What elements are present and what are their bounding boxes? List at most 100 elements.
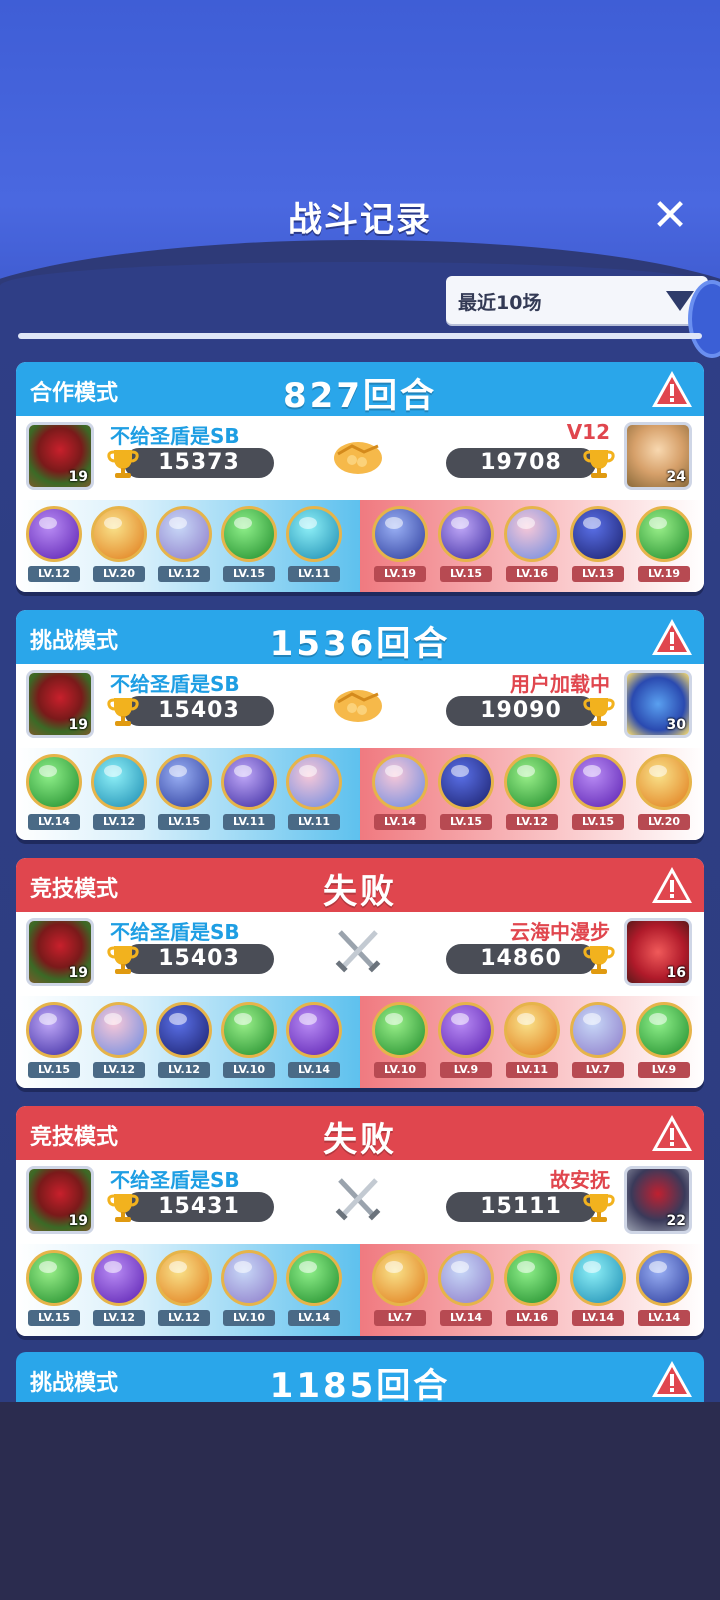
- ball-icon: [504, 754, 560, 810]
- report-warning-icon[interactable]: [650, 616, 694, 658]
- ball-level: LV.12: [93, 814, 145, 830]
- close-icon[interactable]: ✕: [650, 194, 690, 238]
- ball-slot[interactable]: LV.19: [368, 506, 432, 592]
- ball-level: LV.15: [28, 1062, 80, 1078]
- ball-slot[interactable]: LV.11: [500, 1002, 564, 1088]
- ball-icon: [156, 1002, 212, 1058]
- ball-icon: [504, 1250, 560, 1306]
- match-card[interactable]: 挑战模式 1536回合 19 不给圣盾是SB 15403 用户加载中 19090 30 LV.1…: [16, 610, 704, 840]
- players-row: 19 不给圣盾是SB 15403 云海中漫步 14860 16: [16, 912, 704, 996]
- ball-slot[interactable]: LV.14: [566, 1250, 630, 1336]
- ball-icon: [438, 1002, 494, 1058]
- opponent-avatar[interactable]: 22: [624, 1166, 692, 1234]
- ball-icon: [570, 1250, 626, 1306]
- ball-slot[interactable]: LV.14: [282, 1250, 346, 1336]
- ball-slot[interactable]: LV.12: [87, 1002, 151, 1088]
- opponent-score: 15111: [446, 1192, 596, 1222]
- ball-level: LV.19: [374, 566, 426, 582]
- ball-slot[interactable]: LV.10: [368, 1002, 432, 1088]
- ball-slot[interactable]: LV.12: [87, 754, 151, 840]
- player-name: 不给圣盾是SB: [110, 424, 240, 448]
- opponent-score: 14860: [446, 944, 596, 974]
- report-warning-icon[interactable]: [650, 1112, 694, 1154]
- ball-slot[interactable]: LV.11: [282, 506, 346, 592]
- ball-slot[interactable]: LV.15: [22, 1002, 86, 1088]
- ball-slot[interactable]: LV.11: [217, 754, 281, 840]
- ball-slot[interactable]: LV.15: [22, 1250, 86, 1336]
- ball-slot[interactable]: LV.15: [152, 754, 216, 840]
- ball-slot[interactable]: LV.12: [152, 1250, 216, 1336]
- player-level: 19: [68, 965, 88, 981]
- opponent-team: LV.14 LV.15 LV.12 LV.15 LV.20: [360, 748, 704, 840]
- ball-level: LV.14: [374, 814, 426, 830]
- ball-slot[interactable]: LV.14: [368, 754, 432, 840]
- ball-icon: [570, 506, 626, 562]
- ball-slot[interactable]: LV.19: [632, 506, 696, 592]
- ball-icon: [372, 754, 428, 810]
- opponent-avatar[interactable]: 16: [624, 918, 692, 986]
- ball-slot[interactable]: LV.12: [87, 1250, 151, 1336]
- ball-slot[interactable]: LV.15: [566, 754, 630, 840]
- report-warning-icon[interactable]: [650, 864, 694, 906]
- ball-slot[interactable]: LV.13: [566, 506, 630, 592]
- opponent-name: 故安抚: [550, 1168, 610, 1192]
- ball-slot[interactable]: LV.12: [152, 506, 216, 592]
- opponent-score: 19708: [446, 448, 596, 478]
- ball-slot[interactable]: LV.12: [22, 506, 86, 592]
- opponent-avatar[interactable]: 30: [624, 670, 692, 738]
- ball-level: LV.15: [440, 566, 492, 582]
- ball-icon: [26, 754, 82, 810]
- ball-slot[interactable]: LV.9: [632, 1002, 696, 1088]
- match-card[interactable]: 竞技模式 失败 19 不给圣盾是SB 15431 故安抚 15111 22 LV.15 LV.12…: [16, 1106, 704, 1336]
- ball-slot[interactable]: LV.12: [500, 754, 564, 840]
- report-warning-icon[interactable]: [650, 368, 694, 410]
- trophy-icon: [582, 446, 616, 480]
- opponent-avatar[interactable]: 24: [624, 422, 692, 490]
- player-avatar[interactable]: 19: [26, 1166, 94, 1234]
- ball-slot[interactable]: LV.14: [434, 1250, 498, 1336]
- ball-slot[interactable]: LV.14: [282, 1002, 346, 1088]
- ball-slot[interactable]: LV.15: [217, 506, 281, 592]
- ball-icon: [372, 1002, 428, 1058]
- match-header: 合作模式 827回合: [16, 362, 704, 416]
- ball-slot[interactable]: LV.14: [632, 1250, 696, 1336]
- players-row: 19 不给圣盾是SB 15431 故安抚 15111 22: [16, 1160, 704, 1244]
- ball-icon: [372, 506, 428, 562]
- ball-slot[interactable]: LV.16: [500, 506, 564, 592]
- player-score: 15373: [124, 448, 274, 478]
- ball-slot[interactable]: LV.7: [368, 1250, 432, 1336]
- ball-level: LV.12: [158, 1310, 210, 1326]
- match-card[interactable]: 竞技模式 失败 19 不给圣盾是SB 15403 云海中漫步 14860 16 LV.15 LV.…: [16, 858, 704, 1088]
- ball-slot[interactable]: LV.20: [87, 506, 151, 592]
- ball-slot[interactable]: LV.14: [22, 754, 86, 840]
- ball-icon: [286, 506, 342, 562]
- trophy-icon: [106, 1190, 140, 1224]
- ball-icon: [156, 1250, 212, 1306]
- ball-slot[interactable]: LV.10: [217, 1002, 281, 1088]
- report-warning-icon[interactable]: [650, 1358, 694, 1400]
- ball-slot[interactable]: LV.10: [217, 1250, 281, 1336]
- ball-level: LV.14: [638, 1310, 690, 1326]
- ball-level: LV.9: [638, 1062, 690, 1078]
- match-result: 1185回合: [269, 1366, 451, 1402]
- ball-icon: [91, 754, 147, 810]
- ball-slot[interactable]: LV.15: [434, 754, 498, 840]
- ball-slot[interactable]: LV.16: [500, 1250, 564, 1336]
- ball-slot[interactable]: LV.12: [152, 1002, 216, 1088]
- ball-slot[interactable]: LV.20: [632, 754, 696, 840]
- player-avatar[interactable]: 19: [26, 422, 94, 490]
- ball-slot[interactable]: LV.7: [566, 1002, 630, 1088]
- match-card[interactable]: 挑战模式 1185回合: [16, 1352, 704, 1402]
- match-filter-dropdown[interactable]: 最近10场: [446, 276, 708, 324]
- match-card[interactable]: 合作模式 827回合 19 不给圣盾是SB 15373 V12 19708 24 LV.12 LV…: [16, 362, 704, 592]
- player-avatar[interactable]: 19: [26, 918, 94, 986]
- trophy-icon: [106, 694, 140, 728]
- match-list[interactable]: 合作模式 827回合 19 不给圣盾是SB 15373 V12 19708 24 LV.12 LV…: [0, 362, 720, 1402]
- ball-level: LV.12: [93, 1310, 145, 1326]
- ball-slot[interactable]: LV.15: [434, 506, 498, 592]
- ball-slot[interactable]: LV.9: [434, 1002, 498, 1088]
- opponent-score: 19090: [446, 696, 596, 726]
- trophy-icon: [106, 446, 140, 480]
- player-avatar[interactable]: 19: [26, 670, 94, 738]
- ball-slot[interactable]: LV.11: [282, 754, 346, 840]
